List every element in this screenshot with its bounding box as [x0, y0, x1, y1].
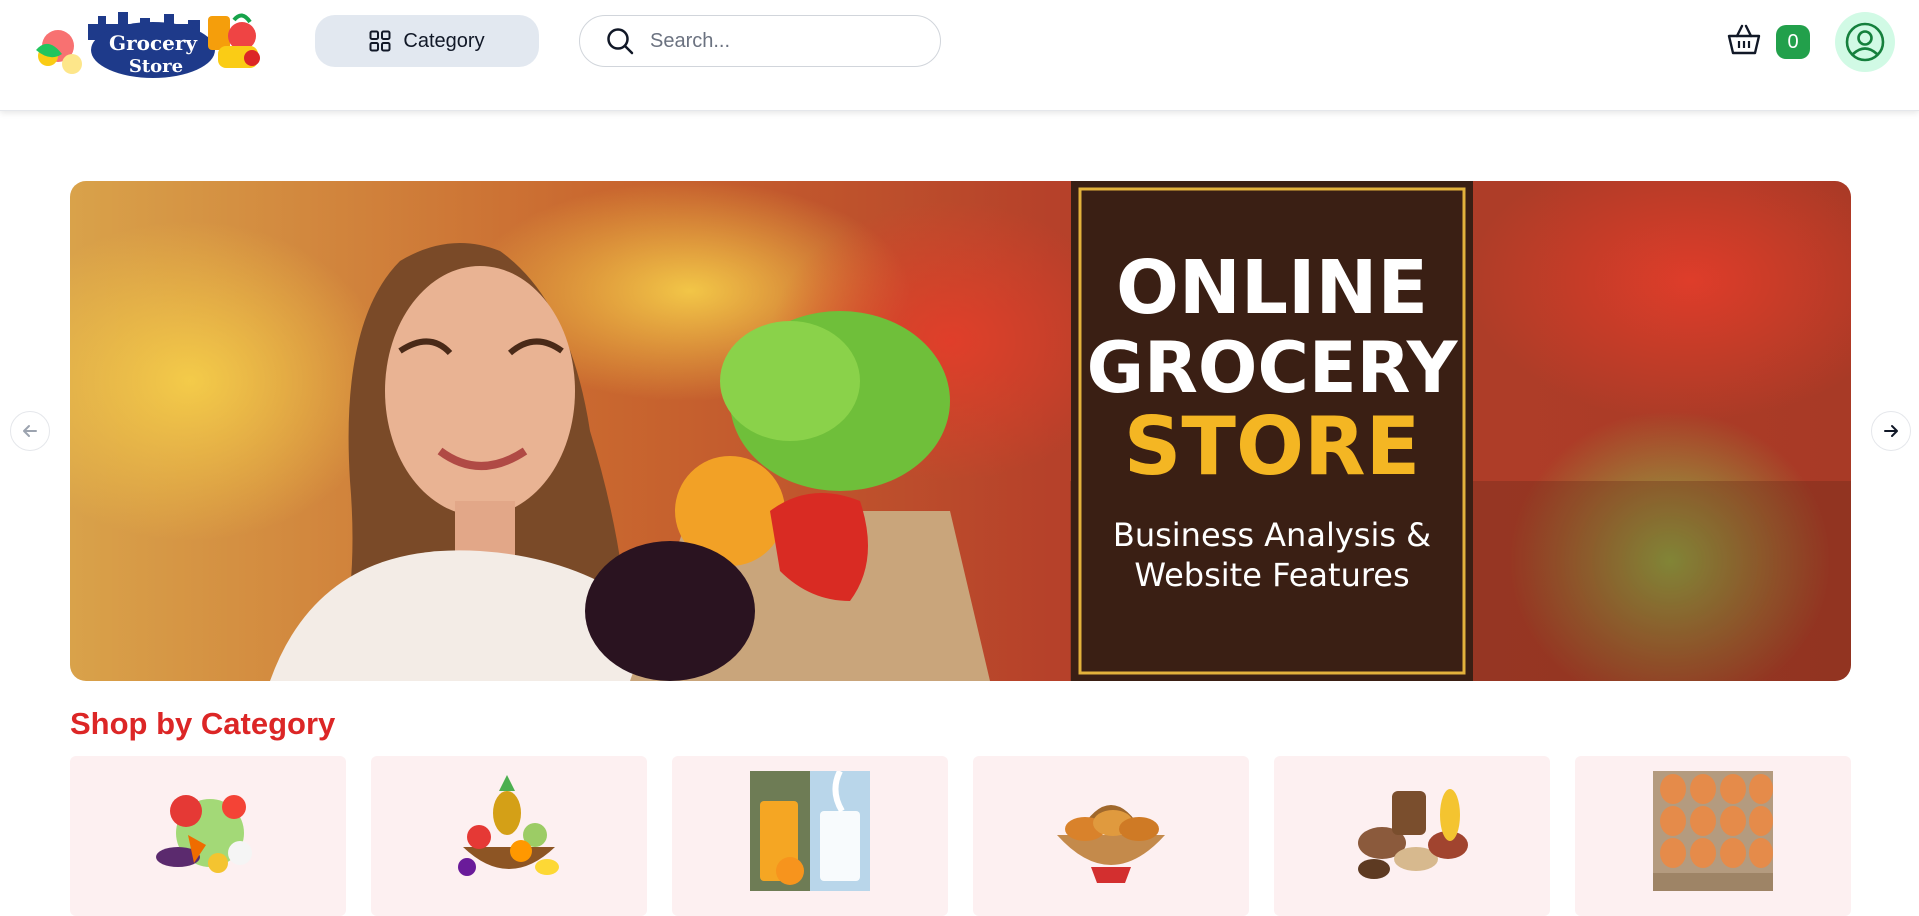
category-label: Category — [403, 29, 485, 52]
logo-text-line1: Grocery — [109, 31, 198, 55]
juice-milk-image — [750, 771, 870, 891]
arrow-left-icon — [23, 425, 37, 437]
section-title: Shop by Category — [70, 706, 336, 741]
banner-subline2: Website Features — [1134, 556, 1409, 594]
bread-basket-image — [1057, 805, 1165, 883]
search-bar — [579, 15, 941, 67]
arrow-right-icon — [1884, 425, 1898, 437]
vegetables-image — [156, 795, 252, 873]
header: Grocery Store Category 0 — [0, 0, 1919, 111]
store-logo[interactable]: Grocery Store — [28, 6, 268, 82]
category-card[interactable] — [672, 756, 948, 916]
banner-subline1: Business Analysis & — [1113, 516, 1431, 554]
grains-image — [1358, 789, 1468, 879]
category-card[interactable] — [973, 756, 1249, 916]
banner-headline-line3: STORE — [1124, 400, 1420, 493]
search-input[interactable] — [650, 29, 910, 53]
category-grid — [70, 756, 1851, 916]
category-button[interactable]: Category — [315, 15, 539, 67]
search-icon[interactable] — [606, 27, 634, 55]
hero-banner[interactable]: ONLINE GROCERY STORE Business Analysis &… — [70, 181, 1851, 681]
category-card[interactable] — [1274, 756, 1550, 916]
banner-headline-line2: GROCERY — [1087, 327, 1459, 409]
banner-image: ONLINE GROCERY STORE Business Analysis &… — [70, 181, 1851, 681]
carousel-prev-button[interactable] — [10, 411, 50, 451]
banner-headline-line1: ONLINE — [1116, 245, 1428, 331]
user-icon — [1845, 22, 1885, 62]
eggs-image — [1653, 771, 1773, 891]
basket-icon[interactable] — [1726, 22, 1762, 58]
logo-text-line2: Store — [129, 56, 183, 77]
user-account-button[interactable] — [1835, 12, 1895, 72]
category-card[interactable] — [70, 756, 346, 916]
grid-icon — [369, 30, 391, 52]
category-card[interactable] — [1575, 756, 1851, 916]
carousel-next-button[interactable] — [1871, 411, 1911, 451]
fruit-basket-image — [458, 775, 559, 876]
cart-count-badge: 0 — [1776, 25, 1810, 59]
category-card[interactable] — [371, 756, 647, 916]
